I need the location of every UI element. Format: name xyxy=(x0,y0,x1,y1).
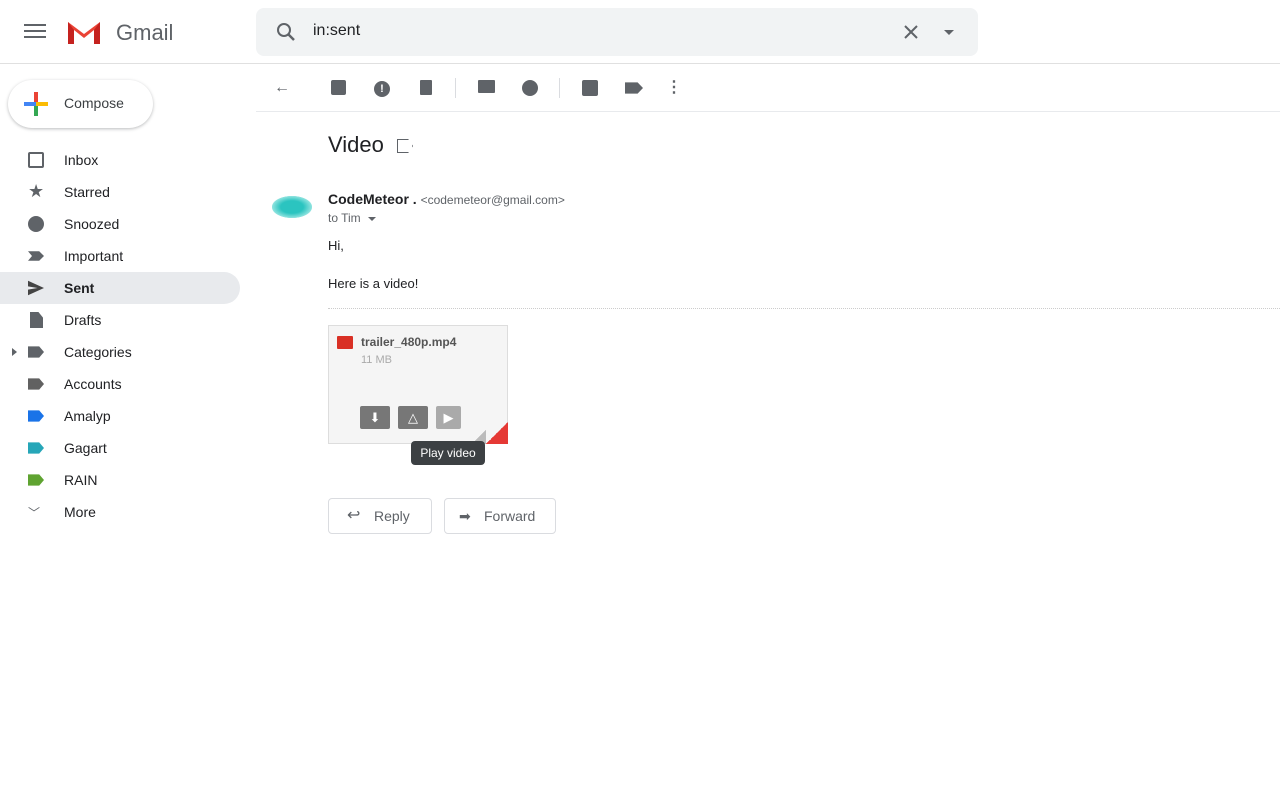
message-subject: Video xyxy=(328,132,384,157)
recipient-details-icon[interactable] xyxy=(368,216,377,221)
gmail-logo[interactable] xyxy=(66,18,102,46)
mark-unread-icon[interactable] xyxy=(477,80,495,96)
sender-email: <codemeteor@gmail.com> xyxy=(420,193,565,207)
compose-button[interactable]: Compose xyxy=(8,80,153,128)
message-toolbar: ← ! ⋮ xyxy=(256,64,1280,112)
more-options-icon[interactable]: ⋮ xyxy=(665,80,683,96)
expand-arrow-icon[interactable] xyxy=(12,348,17,356)
draft-icon xyxy=(30,312,43,328)
recipients[interactable]: to Tim xyxy=(328,211,377,225)
snooze-icon[interactable] xyxy=(521,80,539,96)
message-body-line: Hi, xyxy=(328,238,344,253)
sidebar-item-inbox[interactable]: Inbox xyxy=(0,144,240,176)
sidebar-item-important[interactable]: Important xyxy=(0,240,240,272)
reply-icon: ↩ xyxy=(347,507,361,524)
label-icon xyxy=(28,378,44,390)
important-marker-icon[interactable] xyxy=(397,139,413,153)
sidebar-item-gagart[interactable]: Gagart xyxy=(0,432,240,464)
plus-icon xyxy=(24,92,48,116)
compose-label: Compose xyxy=(64,95,124,111)
forward-icon: ➡ xyxy=(459,508,471,524)
search-input[interactable]: in:sent xyxy=(313,22,360,40)
label-icon xyxy=(28,410,44,422)
download-button[interactable]: ⬇ xyxy=(360,406,390,429)
sidebar-item-more[interactable]: ﹀ More xyxy=(0,496,240,528)
attachment-size: 11 MB xyxy=(361,354,392,366)
sender-name: CodeMeteor . xyxy=(328,191,417,207)
play-video-tooltip: Play video xyxy=(411,441,485,465)
brand-name: Gmail xyxy=(116,20,174,45)
send-icon xyxy=(28,280,44,296)
main-menu-icon[interactable] xyxy=(24,22,46,40)
sidebar-item-sent[interactable]: Sent xyxy=(0,272,240,304)
play-video-button[interactable]: ▶ xyxy=(436,406,461,429)
archive-icon[interactable] xyxy=(329,80,347,96)
back-arrow-icon[interactable]: ← xyxy=(273,80,291,96)
label-as-icon[interactable] xyxy=(625,80,643,96)
sidebar-item-accounts[interactable]: Accounts xyxy=(0,368,240,400)
sidebar-item-drafts[interactable]: Drafts xyxy=(0,304,240,336)
label-icon xyxy=(28,474,44,486)
corner-fold xyxy=(486,422,508,444)
search-options-icon[interactable] xyxy=(944,30,954,35)
attachment-divider xyxy=(328,308,1280,309)
sender-info: CodeMeteor . <codemeteor@gmail.com> xyxy=(328,191,565,207)
sender-avatar[interactable] xyxy=(272,196,312,218)
move-to-icon[interactable] xyxy=(581,80,599,96)
clock-icon xyxy=(28,216,44,232)
sidebar-item-snoozed[interactable]: Snoozed xyxy=(0,208,240,240)
label-icon xyxy=(28,346,44,358)
play-icon: ▶ xyxy=(443,410,454,425)
message-body-line: Here is a video! xyxy=(328,276,419,291)
label-icon xyxy=(28,442,44,454)
video-file-icon xyxy=(337,336,353,349)
search-icon[interactable] xyxy=(276,22,296,42)
delete-icon[interactable] xyxy=(417,80,435,96)
report-spam-icon[interactable]: ! xyxy=(373,80,391,97)
sidebar-item-rain[interactable]: RAIN xyxy=(0,464,240,496)
top-bar: Gmail in:sent xyxy=(0,0,1280,64)
important-icon xyxy=(28,251,44,261)
star-icon: ★ xyxy=(28,181,45,201)
attachment-name: trailer_480p.mp4 xyxy=(361,335,457,349)
sidebar-item-starred[interactable]: ★ Starred xyxy=(0,176,240,208)
sidebar: Inbox ★ Starred Snoozed Important Sent Dr… xyxy=(0,144,240,528)
inbox-icon xyxy=(28,152,44,168)
sidebar-item-categories[interactable]: Categories xyxy=(0,336,240,368)
search-bar[interactable]: in:sent xyxy=(256,8,978,56)
download-icon: ⬇ xyxy=(369,410,381,425)
clear-search-icon[interactable] xyxy=(904,25,918,39)
drive-icon: △ xyxy=(408,410,418,425)
save-to-drive-button[interactable]: △ xyxy=(398,406,428,429)
reply-button[interactable]: ↩ Reply xyxy=(328,498,432,534)
forward-button[interactable]: ➡ Forward xyxy=(444,498,556,534)
chevron-down-icon: ﹀ xyxy=(28,506,41,520)
sidebar-item-amalyp[interactable]: Amalyp xyxy=(0,400,240,432)
